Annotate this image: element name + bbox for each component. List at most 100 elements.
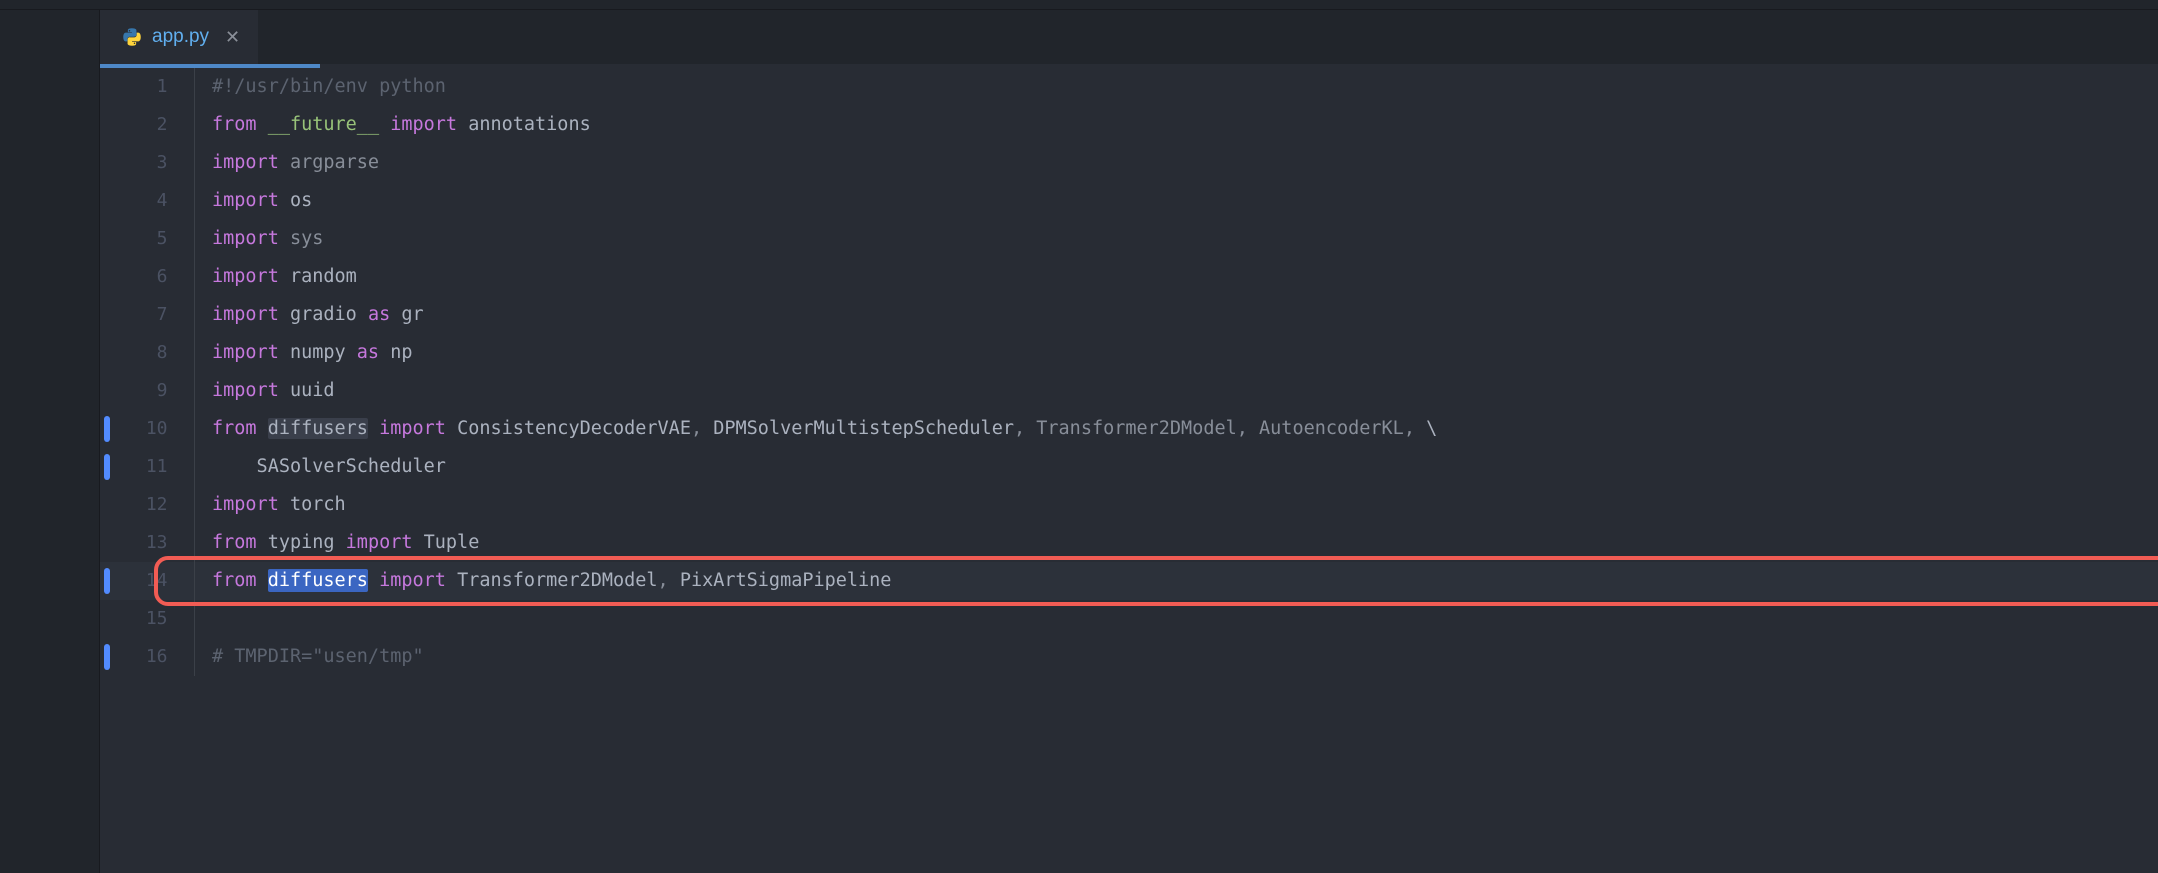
gutter-change-marker-cell [100,372,114,410]
code-cell[interactable]: import os [212,182,2158,220]
code-token: AutoencoderKL [1259,418,1404,439]
code-token: gradio [290,304,368,325]
gutter-change-marker-cell [100,334,114,372]
code-cell[interactable]: #!/usr/bin/env python [212,68,2158,106]
code-line[interactable]: 11 SASolverScheduler [100,448,2158,486]
gutter-change-marker-cell [100,524,114,562]
code-token [457,114,468,135]
code-cell[interactable]: from diffusers import ConsistencyDecoder… [212,410,2158,448]
line-number[interactable]: 6 [114,258,194,296]
code-token: gr [390,304,423,325]
code-token: from [212,114,257,135]
code-cell[interactable]: import sys [212,220,2158,258]
code-token: import [379,570,446,591]
code-line[interactable]: 3 import argparse [100,144,2158,182]
code-cell[interactable]: SASolverScheduler [212,448,2158,486]
tab-app-py[interactable]: app.py ✕ [100,10,258,64]
line-number[interactable]: 2 [114,106,194,144]
code-token [279,190,290,211]
gutter-separator [194,448,212,486]
code-line[interactable]: 5 import sys [100,220,2158,258]
gutter-separator [194,600,212,638]
line-number[interactable]: 8 [114,334,194,372]
gutter-separator [194,220,212,258]
python-file-icon [122,27,142,47]
code-token: uuid [290,380,335,401]
gutter-change-marker-cell [100,144,114,182]
line-number[interactable]: 9 [114,372,194,410]
close-icon[interactable]: ✕ [219,27,240,48]
gutter-separator [194,410,212,448]
code-line[interactable]: 10 from diffusers import ConsistencyDecod… [100,410,2158,448]
gutter-separator [194,372,212,410]
code-token: SASolverScheduler [212,456,446,477]
editor-window: app.py ✕ 1 #!/usr/bin/env python 2 from __f… [0,0,2158,873]
editor-area: app.py ✕ 1 #!/usr/bin/env python 2 from __f… [100,10,2158,873]
code-line[interactable]: 7 import gradio as gr [100,296,2158,334]
code-token: , [1237,418,1259,439]
code-token [279,494,290,515]
code-cell[interactable]: from diffusers import Transformer2DModel… [212,562,2158,600]
code-line[interactable]: 8 import numpy as np [100,334,2158,372]
gutter-change-marker-cell [100,258,114,296]
line-number[interactable]: 11 [114,448,194,486]
line-number[interactable]: 10 [114,410,194,448]
code-line[interactable]: 2 from __future__ import annotations [100,106,2158,144]
code-cell[interactable]: import uuid [212,372,2158,410]
code-line[interactable]: 15 [100,600,2158,638]
code-token [446,418,457,439]
modified-line-marker [104,454,110,480]
code-cell[interactable]: import numpy as np [212,334,2158,372]
left-sidebar-collapsed[interactable] [0,10,100,873]
code-token: sys [290,228,323,249]
code-token: from [212,418,257,439]
code-token: torch [290,494,346,515]
code-line[interactable]: 4 import os [100,182,2158,220]
code-token: Transformer2DModel [457,570,657,591]
line-number[interactable]: 3 [114,144,194,182]
code-line[interactable]: 14 from diffusers import Transformer2DMod… [100,562,2158,600]
main-row: app.py ✕ 1 #!/usr/bin/env python 2 from __f… [0,10,2158,873]
code-token: DPMSolverMultistepScheduler [713,418,1014,439]
code-scroll-area[interactable]: 1 #!/usr/bin/env python 2 from __future__ i… [100,68,2158,873]
code-token: import [212,304,279,325]
code-cell[interactable]: import argparse [212,144,2158,182]
code-token: , [1404,418,1426,439]
code-cell[interactable]: # TMPDIR="usen/tmp" [212,638,2158,676]
code-cell[interactable]: import random [212,258,2158,296]
code-token: from [212,532,257,553]
line-number[interactable]: 5 [114,220,194,258]
code-token: import [390,114,457,135]
line-number[interactable]: 7 [114,296,194,334]
code-line[interactable]: 13 from typing import Tuple [100,524,2158,562]
line-number[interactable]: 1 [114,68,194,106]
code-token [335,532,346,553]
line-number[interactable]: 16 [114,638,194,676]
gutter-separator [194,144,212,182]
code-line[interactable]: 16 # TMPDIR="usen/tmp" [100,638,2158,676]
code-cell[interactable]: import torch [212,486,2158,524]
line-number[interactable]: 4 [114,182,194,220]
gutter-separator [194,562,212,600]
code-line[interactable]: 1 #!/usr/bin/env python [100,68,2158,106]
code-cell[interactable]: import gradio as gr [212,296,2158,334]
code-token: import [379,418,446,439]
code-token [257,570,268,591]
modified-line-marker [104,416,110,442]
code-line[interactable]: 6 import random [100,258,2158,296]
line-number[interactable]: 14 [114,562,194,600]
code-line[interactable]: 12 import torch [100,486,2158,524]
line-number[interactable]: 12 [114,486,194,524]
gutter-change-marker-cell [100,562,114,600]
code-token [279,342,290,363]
gutter-separator [194,334,212,372]
code-cell[interactable] [212,600,2158,638]
code-cell[interactable]: from __future__ import annotations [212,106,2158,144]
code-table: 1 #!/usr/bin/env python 2 from __future__ i… [100,68,2158,676]
code-cell[interactable]: from typing import Tuple [212,524,2158,562]
line-number[interactable]: 15 [114,600,194,638]
code-token: numpy [290,342,357,363]
code-line[interactable]: 9 import uuid [100,372,2158,410]
line-number[interactable]: 13 [114,524,194,562]
code-token: , [658,570,680,591]
